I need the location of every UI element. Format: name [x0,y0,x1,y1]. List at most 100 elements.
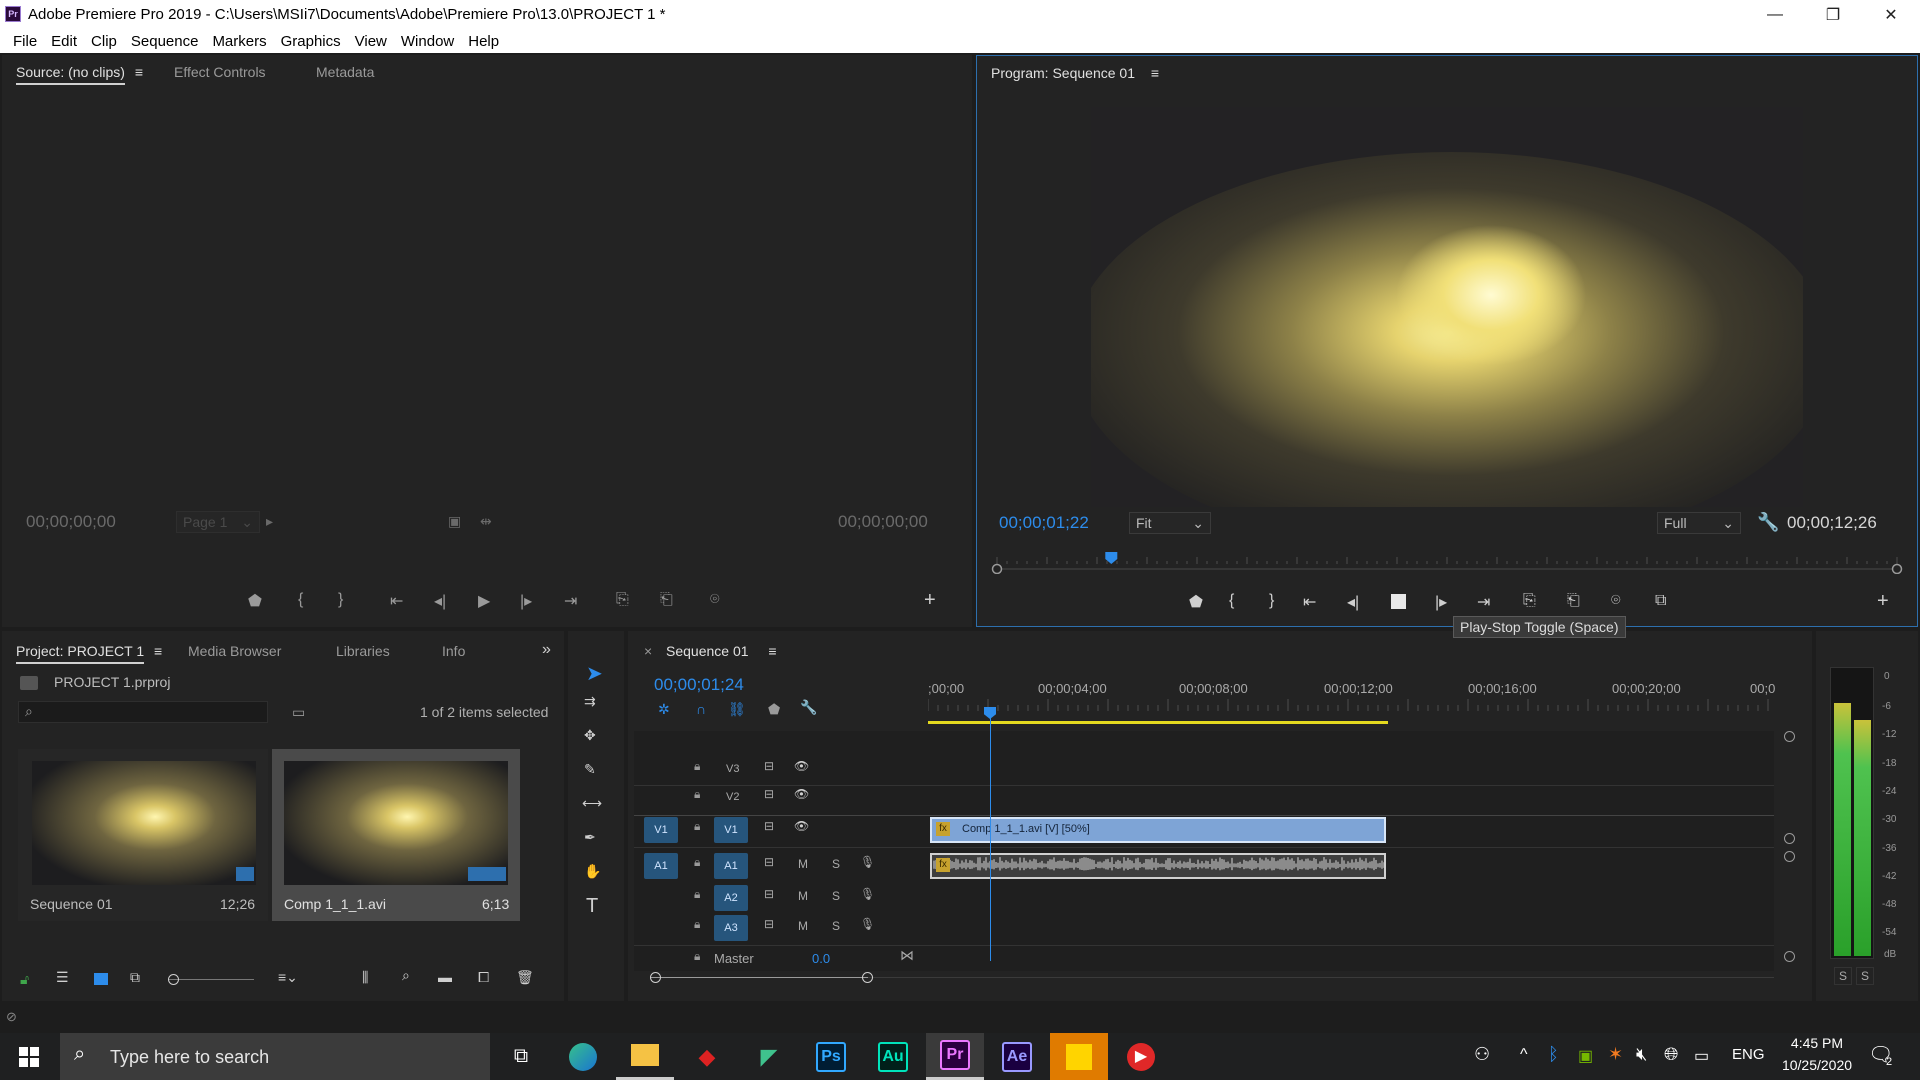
settings-toggle-icon[interactable]: ▣ [448,513,461,530]
file-explorer-icon[interactable] [616,1033,674,1080]
compare-view-icon[interactable]: ⧉ [1655,592,1666,610]
microphone-icon[interactable]: 🎙︎ [860,855,875,869]
red-gear-app-icon[interactable]: ▶ [1112,1033,1170,1080]
lock-icon[interactable]: 🔒︎ [694,887,700,902]
menu-window[interactable]: Window [394,33,461,50]
track-target-v1[interactable]: V1 [714,817,748,843]
network-globe-icon[interactable]: 🌐︎ [1664,1044,1678,1065]
drop-frame-icon[interactable]: ⇹ [480,513,492,530]
sync-lock-icon[interactable]: ⊟ [764,819,774,833]
master-value[interactable]: 0.0 [812,951,830,966]
menu-clip[interactable]: Clip [84,33,124,50]
snap-magnet-icon[interactable]: ∩ [696,701,706,717]
people-icon[interactable]: ⚇ [1474,1044,1490,1065]
go-to-end-icon[interactable]: ⋈ [900,947,914,964]
video-clip[interactable]: fx Comp 1_1_1.avi [V] [50%] [930,817,1386,843]
hand-tool-icon[interactable]: ✋ [584,863,601,880]
audition-icon[interactable]: Au [864,1033,922,1080]
scroll-handle[interactable] [1784,851,1795,862]
scroll-handle[interactable] [1784,833,1795,844]
chevron-up-icon[interactable]: ^ [1520,1046,1528,1064]
program-timecode[interactable]: 00;00;01;22 [999,513,1089,533]
lock-icon[interactable]: 🔒︎ [694,855,700,870]
nvidia-icon[interactable]: ▣ [1578,1046,1593,1066]
battery-icon[interactable]: ▭ [1694,1046,1709,1066]
lock-icon[interactable]: 🔒︎ [694,949,700,964]
microphone-icon[interactable]: 🎙︎ [860,887,875,901]
sticky-notes-icon[interactable] [1050,1033,1108,1080]
green-app-icon[interactable]: ◤ [740,1033,798,1080]
after-effects-icon[interactable]: Ae [988,1033,1046,1080]
source-patch-v1[interactable]: V1 [644,817,678,843]
menu-view[interactable]: View [348,33,394,50]
pen-tool-icon[interactable]: ✒ [584,829,596,846]
tab-sequence[interactable]: Sequence 01 [666,643,749,659]
panel-menu-icon[interactable]: ≡ [154,643,162,659]
slip-tool-icon[interactable]: ⟷ [582,795,602,812]
add-button-icon[interactable]: + [1877,590,1889,613]
solo-right-button[interactable]: S [1856,967,1874,985]
microphone-icon[interactable]: 🎙︎ [860,917,875,931]
go-to-out-icon[interactable]: ⇥ [564,591,577,611]
go-to-in-icon[interactable]: ⇤ [390,591,403,611]
solo-button[interactable]: S [832,919,840,933]
freeform-view-icon[interactable]: ⧉ [130,969,140,986]
mark-out-icon[interactable]: } [338,591,343,609]
scroll-handle[interactable] [1784,951,1795,962]
tab-libraries[interactable]: Libraries [336,643,390,659]
track-target-a2[interactable]: A2 [714,885,748,911]
camera-icon[interactable]: ⌾ [710,591,720,609]
sync-lock-icon[interactable]: ⊟ [764,787,774,801]
eye-icon[interactable]: 👁︎ [794,759,809,773]
menu-edit[interactable]: Edit [44,33,84,50]
sync-lock-icon[interactable]: ⊟ [764,917,774,931]
step-back-icon[interactable]: ◂| [434,591,446,611]
project-item-sequence[interactable]: Sequence 01 12;26 [18,749,268,921]
tab-info[interactable]: Info [442,643,465,659]
volume-muted-icon[interactable]: 🔇︎ [1636,1044,1647,1065]
panel-menu-icon[interactable]: ≡ [135,64,143,80]
automate-to-sequence-icon[interactable]: ⫼ [362,969,368,986]
eye-icon[interactable]: 👁︎ [794,787,809,801]
zoom-bar-handle[interactable] [862,972,873,983]
track-target-a3[interactable]: A3 [714,915,748,941]
solo-button[interactable]: S [832,857,840,871]
list-view-icon[interactable]: ☰ [56,969,69,986]
menu-help[interactable]: Help [461,33,506,50]
tab-source[interactable]: Source: (no clips) [16,64,125,85]
close-button[interactable]: ✕ [1862,0,1920,29]
lock-icon[interactable]: 🔒︎ [694,759,700,774]
bluetooth-icon[interactable]: ᛒ [1548,1044,1559,1065]
add-button-icon[interactable]: + [924,589,936,612]
task-view-icon[interactable]: ⧉ [492,1033,550,1080]
scroll-handle[interactable] [1784,731,1795,742]
sync-lock-icon[interactable]: ⊟ [764,887,774,901]
menu-markers[interactable]: Markers [205,33,273,50]
tab-metadata[interactable]: Metadata [316,64,374,80]
red-app-icon[interactable]: ◆ [678,1033,736,1080]
new-item-icon[interactable]: ⧠ [478,969,489,986]
step-forward-icon[interactable]: |▸ [520,591,532,611]
photoshop-icon[interactable]: Ps [802,1033,860,1080]
camera-icon[interactable]: ⌾ [1611,592,1621,610]
ripple-edit-tool-icon[interactable]: ✥ [584,727,596,744]
page-select[interactable]: Page 1 ⌄ [176,511,260,533]
step-forward-icon[interactable]: |▸ [1435,592,1447,612]
wrench-icon[interactable]: 🔧 [1757,512,1779,533]
resolution-select[interactable]: Full ⌄ [1657,512,1741,534]
lift-icon[interactable]: ⎘ [1523,592,1536,610]
mute-button[interactable]: M [798,919,808,933]
extract-icon[interactable]: ⎗ [1567,592,1580,610]
source-timecode-in[interactable]: 00;00;00;00 [26,512,116,532]
go-to-out-icon[interactable]: ⇥ [1477,592,1490,612]
zoom-slider[interactable] [168,979,254,980]
icon-view-icon[interactable] [94,973,108,985]
timeline-zoom-bar[interactable] [650,977,868,978]
tab-media-browser[interactable]: Media Browser [188,643,281,659]
menu-graphics[interactable]: Graphics [274,33,348,50]
close-tab-icon[interactable]: × [644,643,652,659]
timeline-playhead-line[interactable] [990,707,991,961]
mute-button[interactable]: M [798,857,808,871]
zoom-bar-handle[interactable] [650,972,661,983]
minimize-button[interactable]: — [1746,0,1804,29]
